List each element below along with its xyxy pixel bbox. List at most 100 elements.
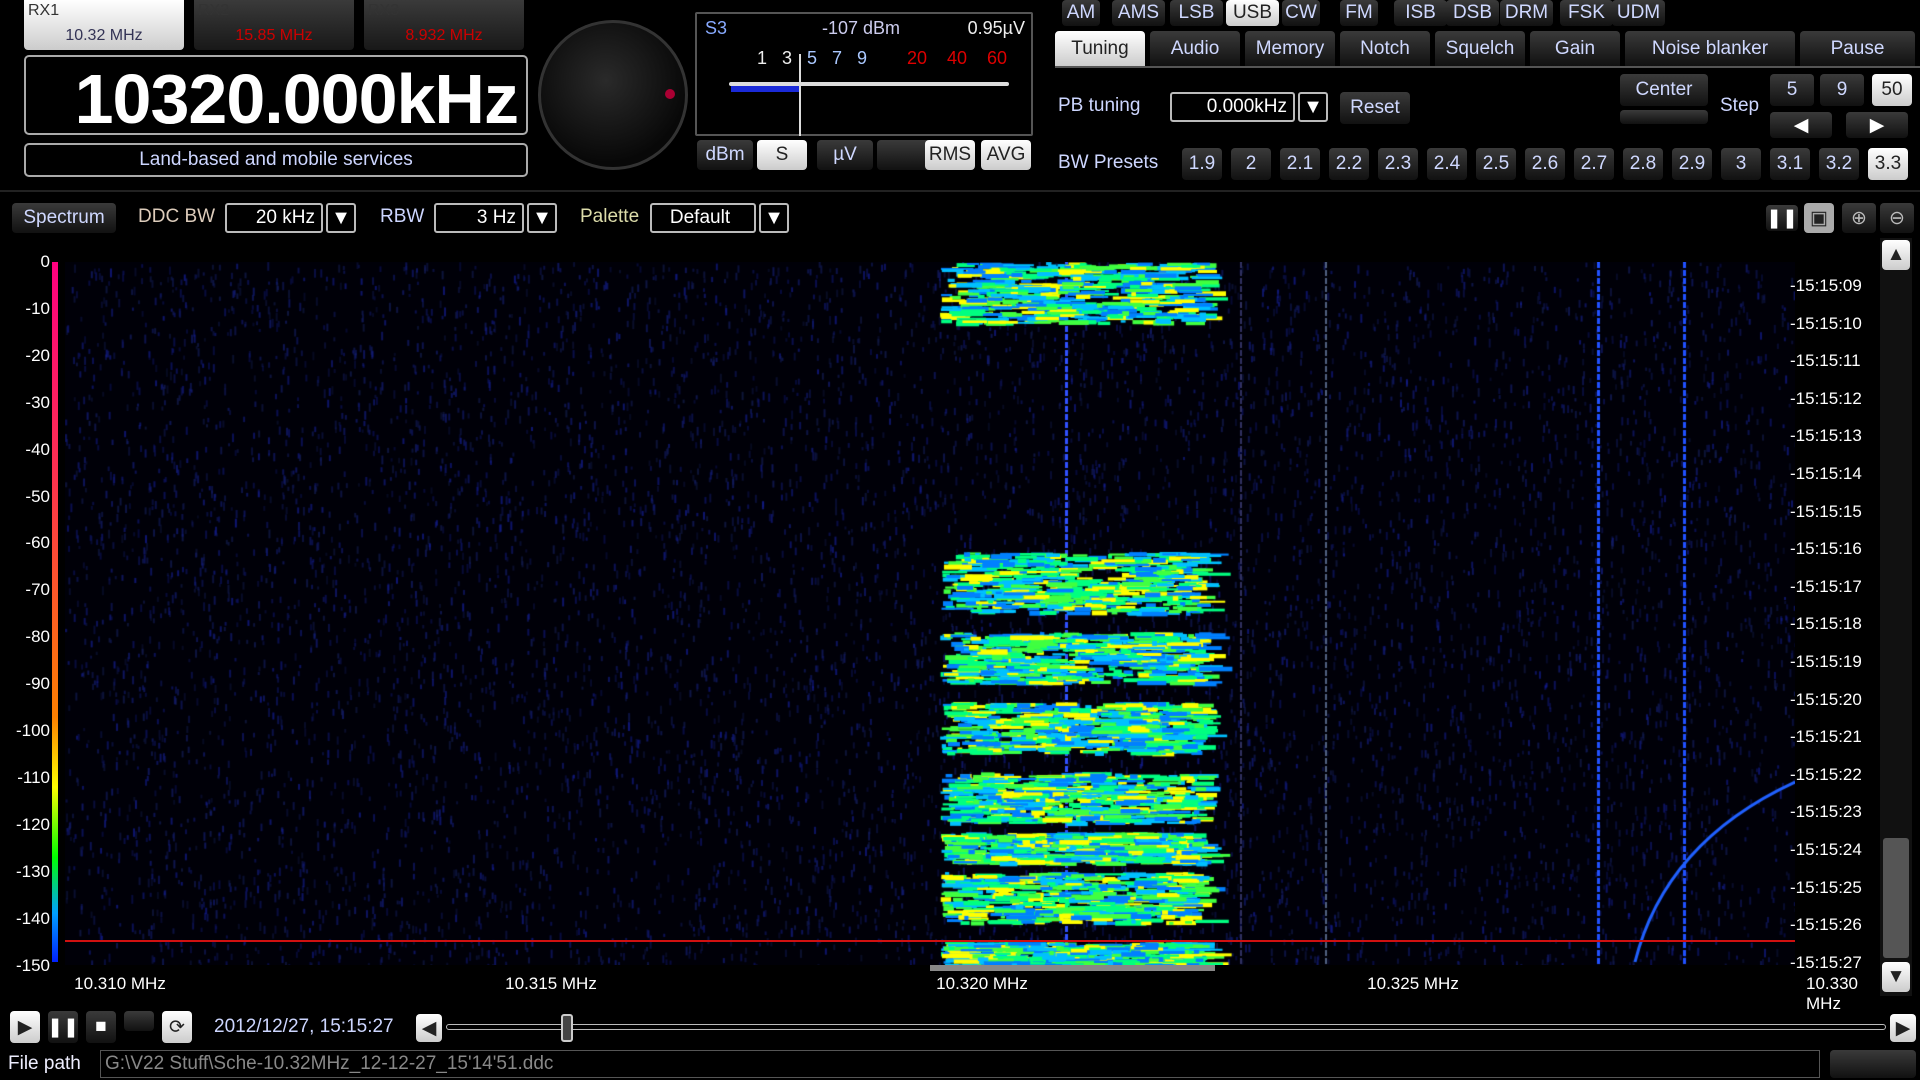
mode-fsk[interactable]: FSK xyxy=(1560,0,1613,26)
mode-cw[interactable]: CW xyxy=(1282,0,1320,26)
bw-preset-3.2[interactable]: 3.2 xyxy=(1819,148,1859,180)
meter-button-dbm[interactable]: dBm xyxy=(697,140,753,170)
time-label: -15:15:17 xyxy=(1790,576,1862,596)
pb-tuning-dropdown[interactable]: ▼ xyxy=(1298,92,1328,122)
meter-scale-label: 20 xyxy=(907,48,928,68)
reset-button[interactable]: Reset xyxy=(1340,92,1410,124)
bw-preset-2.8[interactable]: 2.8 xyxy=(1623,148,1663,180)
bw-preset-2.6[interactable]: 2.6 xyxy=(1525,148,1565,180)
bw-preset-1.9[interactable]: 1.9 xyxy=(1182,148,1222,180)
time-label: -15:15:11 xyxy=(1790,351,1861,371)
seek-forward-button[interactable]: ▶ xyxy=(1890,1014,1916,1042)
bw-preset-2.3[interactable]: 2.3 xyxy=(1378,148,1418,180)
pause-icon: ❚❚ xyxy=(1766,207,1798,229)
tuning-knob[interactable] xyxy=(538,20,688,170)
y-axis-label: -70 xyxy=(25,580,50,600)
time-label: -15:15:22 xyxy=(1790,764,1862,784)
play-button[interactable]: ▶ xyxy=(10,1011,40,1043)
mode-usb[interactable]: USB xyxy=(1226,0,1279,26)
pb-tuning-input[interactable]: 0.000kHz xyxy=(1170,92,1295,122)
file-path-input[interactable]: G:\V22 Stuff\Sche-10.32MHz_12-12-27_15'1… xyxy=(100,1050,1820,1078)
meter-button-avg[interactable]: AVG xyxy=(981,140,1031,170)
meter-button-s[interactable]: S xyxy=(757,140,807,170)
bw-preset-3.1[interactable]: 3.1 xyxy=(1770,148,1810,180)
playback-slider-thumb[interactable] xyxy=(561,1014,574,1042)
arrow-right-icon: ▶ xyxy=(1869,114,1885,136)
tab-memory[interactable]: Memory xyxy=(1245,31,1335,66)
time-label: -15:15:23 xyxy=(1790,802,1862,822)
threshold-line[interactable] xyxy=(65,940,1795,942)
bw-preset-2.1[interactable]: 2.1 xyxy=(1280,148,1320,180)
tab-noise-blanker[interactable]: Noise blanker xyxy=(1625,31,1795,66)
bw-preset-2.5[interactable]: 2.5 xyxy=(1476,148,1516,180)
mode-isb[interactable]: ISB xyxy=(1394,0,1447,26)
zoom-in-button[interactable]: ⊕ xyxy=(1842,203,1876,233)
step-left-button[interactable]: ◀ xyxy=(1770,112,1832,138)
receiver-tab-rx3[interactable]: RX3 8.932 MHz xyxy=(364,0,524,50)
y-axis-label: -150 xyxy=(15,955,50,975)
step-5-button[interactable]: 5 xyxy=(1770,74,1814,106)
step-9-button[interactable]: 9 xyxy=(1820,74,1864,106)
tab-tuning[interactable]: Tuning xyxy=(1055,31,1145,66)
waterfall-scrollbar[interactable]: ▲ ▼ xyxy=(1880,238,1912,996)
playback-slider[interactable] xyxy=(446,1024,1886,1030)
meter-button-rms[interactable]: RMS xyxy=(925,140,975,170)
save-icon: ▣ xyxy=(1810,207,1828,229)
y-axis-label: -20 xyxy=(25,345,50,365)
tab-gain[interactable]: Gain xyxy=(1530,31,1620,66)
ddc-bw-input[interactable]: 20 kHz xyxy=(225,203,323,233)
tab-audio[interactable]: Audio xyxy=(1150,31,1240,66)
bw-preset-2.7[interactable]: 2.7 xyxy=(1574,148,1614,180)
pause-button[interactable]: ❚❚ xyxy=(47,1011,79,1043)
scroll-down-button[interactable]: ▼ xyxy=(1882,962,1910,992)
receiver-name: RX3 xyxy=(368,2,400,19)
tab-notch[interactable]: Notch xyxy=(1340,31,1430,66)
bw-presets-label: BW Presets xyxy=(1058,152,1159,173)
step-50-button[interactable]: 50 xyxy=(1872,74,1912,106)
mode-lsb[interactable]: LSB xyxy=(1170,0,1223,26)
passband-indicator[interactable] xyxy=(930,965,1215,971)
mode-drm[interactable]: DRM xyxy=(1500,0,1553,26)
tab-squelch[interactable]: Squelch xyxy=(1435,31,1525,66)
rbw-dropdown[interactable]: ▼ xyxy=(527,203,557,233)
scroll-up-button[interactable]: ▲ xyxy=(1882,240,1910,270)
receiver-tab-rx2[interactable]: RX2 15.85 MHz xyxy=(194,0,354,50)
meter-scale-label: 1 xyxy=(757,48,768,68)
bw-preset-2.4[interactable]: 2.4 xyxy=(1427,148,1467,180)
bw-preset-3.3[interactable]: 3.3 xyxy=(1868,148,1908,180)
zoom-out-button[interactable]: ⊖ xyxy=(1880,203,1914,233)
tab-pause[interactable]: Pause xyxy=(1800,31,1915,66)
seek-back-button[interactable]: ◀ xyxy=(416,1014,442,1042)
mode-ams[interactable]: AMS xyxy=(1112,0,1165,26)
bw-preset-2[interactable]: 2 xyxy=(1231,148,1271,180)
save-button[interactable]: ▣ xyxy=(1804,203,1834,233)
mode-dsb[interactable]: DSB xyxy=(1446,0,1499,26)
pause-waterfall-button[interactable]: ❚❚ xyxy=(1766,205,1798,231)
scrollbar-thumb[interactable] xyxy=(1883,838,1909,958)
spectrum-button[interactable]: Spectrum xyxy=(12,203,116,233)
receiver-tab-rx1[interactable]: RX1 10.32 MHz xyxy=(24,0,184,50)
blank-button[interactable] xyxy=(1620,110,1708,124)
bw-preset-2.2[interactable]: 2.2 xyxy=(1329,148,1369,180)
stop-button[interactable]: ■ xyxy=(86,1011,116,1043)
palette-dropdown[interactable]: ▼ xyxy=(759,203,789,233)
record-button[interactable] xyxy=(124,1011,154,1031)
mode-udm[interactable]: UDM xyxy=(1612,0,1665,26)
step-right-button[interactable]: ▶ xyxy=(1846,112,1908,138)
mode-am[interactable]: AM xyxy=(1062,0,1100,26)
browse-button[interactable] xyxy=(1830,1050,1916,1078)
arrow-left-icon: ◀ xyxy=(421,1017,437,1039)
loop-button[interactable]: ⟳ xyxy=(162,1011,192,1043)
bw-preset-3[interactable]: 3 xyxy=(1721,148,1761,180)
meter-button-µv[interactable]: µV xyxy=(817,140,873,170)
frequency-display[interactable]: 10320.000kHz xyxy=(24,55,528,138)
waterfall-display[interactable] xyxy=(65,262,1795,965)
ddc-bw-dropdown[interactable]: ▼ xyxy=(326,203,356,233)
palette-select[interactable]: Default xyxy=(650,203,756,233)
bw-preset-2.9[interactable]: 2.9 xyxy=(1672,148,1712,180)
rbw-input[interactable]: 3 Hz xyxy=(434,203,524,233)
mode-fm[interactable]: FM xyxy=(1340,0,1378,26)
time-label: -15:15:25 xyxy=(1790,877,1862,897)
center-button[interactable]: Center xyxy=(1620,74,1708,106)
time-label: -15:15:24 xyxy=(1790,840,1862,859)
